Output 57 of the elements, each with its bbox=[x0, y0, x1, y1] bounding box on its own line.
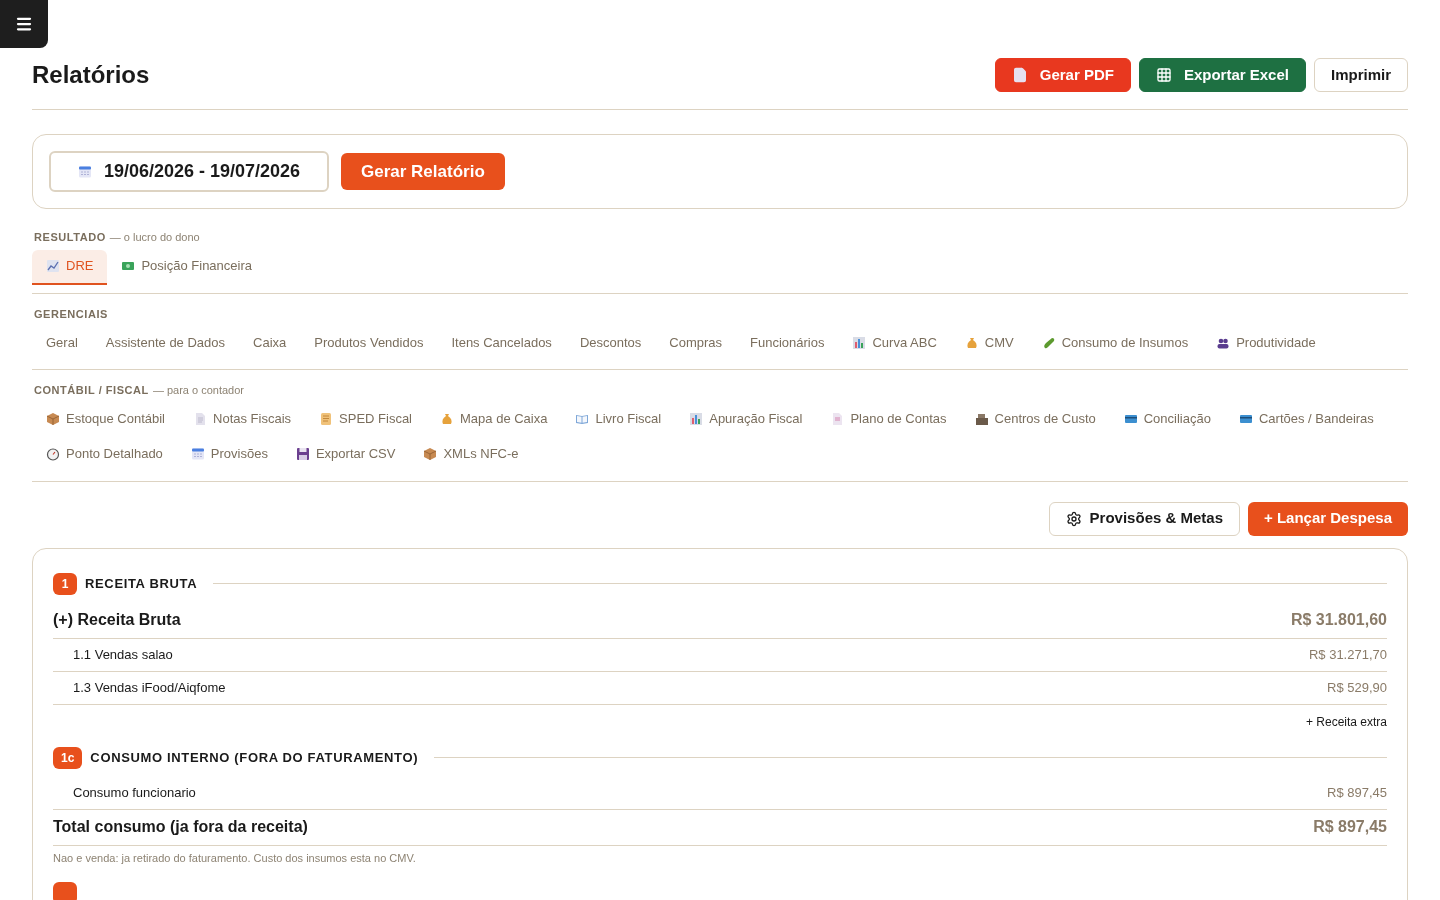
section-title: CONSUMO INTERNO (FORA DO FATURAMENTO) bbox=[90, 748, 419, 767]
group-title: RESULTADO bbox=[34, 230, 106, 245]
report-tab[interactable]: Plano de Contas bbox=[816, 402, 961, 438]
report-tab[interactable]: Caixa bbox=[239, 326, 301, 361]
report-tab[interactable]: Descontos bbox=[565, 326, 656, 361]
report-tab[interactable]: Funcionários bbox=[736, 326, 839, 361]
report-tab[interactable]: CMV bbox=[950, 326, 1028, 361]
report-tab[interactable]: Produtos Vendidos bbox=[300, 326, 438, 361]
group-title: GERENCIAIS bbox=[34, 306, 108, 322]
add-expense-button[interactable]: + Lançar Despesa bbox=[1248, 501, 1408, 536]
pdf-button[interactable]: Gerar PDF bbox=[994, 58, 1131, 92]
section-title: RECEITA BRUTA bbox=[85, 574, 198, 593]
report-tab[interactable]: Livro Fiscal bbox=[561, 402, 676, 438]
report-tab[interactable]: Mapa de Caixa bbox=[426, 402, 562, 438]
date-range-field[interactable]: 19/06/2026 - 19/07/2026 bbox=[49, 151, 329, 192]
total-value: R$ 31.801,60 bbox=[1290, 610, 1387, 630]
report-tab[interactable]: Centros de Custo bbox=[960, 402, 1110, 438]
report-tab[interactable]: Assistente de Dados bbox=[91, 326, 240, 361]
report-tab[interactable]: Conciliação bbox=[1109, 402, 1225, 438]
total-label: Total consumo (ja fora da receita) bbox=[53, 817, 308, 837]
excel-button[interactable]: Exportar Excel bbox=[1138, 58, 1306, 92]
report-tab[interactable]: Estoque Contábil bbox=[32, 402, 179, 438]
total-value: R$ 897,45 bbox=[1313, 817, 1387, 837]
line-item-value: R$ 529,90 bbox=[1327, 678, 1387, 697]
report-tab[interactable]: Apuração Fiscal bbox=[675, 402, 817, 438]
report-tab[interactable]: Produtividade bbox=[1202, 326, 1330, 361]
group-title: CONTÁBIL / FISCAL bbox=[34, 383, 149, 398]
report-tab[interactable]: SPED Fiscal bbox=[305, 402, 426, 438]
report-tab[interactable]: Geral bbox=[32, 326, 92, 361]
add-revenue-link[interactable]: + Receita extra bbox=[1305, 712, 1387, 731]
print-button[interactable]: Imprimir bbox=[1314, 58, 1408, 92]
page-title: Relatórios bbox=[32, 60, 150, 90]
report-tab[interactable]: XMLs NFC-e bbox=[409, 437, 533, 473]
report-tab[interactable]: Provisões bbox=[176, 437, 282, 473]
group-subtitle: — para o contador bbox=[152, 383, 244, 398]
report-tab[interactable]: Curva ABC bbox=[838, 326, 951, 361]
report-tab[interactable]: Itens Cancelados bbox=[437, 326, 566, 361]
report-tab[interactable]: Exportar CSV bbox=[281, 437, 410, 473]
report-tab[interactable]: Notas Fiscais bbox=[179, 402, 306, 438]
section-badge: 1c bbox=[53, 746, 83, 769]
line-item-value: R$ 31.271,70 bbox=[1308, 645, 1387, 664]
total-label: (+) Receita Bruta bbox=[53, 610, 181, 630]
note-text: Nao e venda: ja retirado do faturamento. Custo dos insumos esta no CMV. bbox=[53, 850, 417, 866]
report-tab[interactable]: Posição Financeira bbox=[107, 249, 266, 285]
section-badge: 1 bbox=[53, 572, 77, 595]
report-tab[interactable]: Cartões / Bandeiras bbox=[1224, 402, 1388, 438]
line-item-value: R$ 897,45 bbox=[1327, 783, 1387, 802]
report-tab[interactable]: Ponto Detalhado bbox=[32, 437, 177, 473]
report-tab[interactable]: Compras bbox=[655, 326, 737, 361]
line-item-label: Consumo funcionario bbox=[73, 783, 196, 802]
generate-report-button[interactable]: Gerar Relatório bbox=[341, 153, 505, 190]
line-item-label: 1.3 Vendas iFood/Aiqfome bbox=[73, 678, 226, 697]
provisions-button[interactable]: Provisões & Metas bbox=[1048, 501, 1240, 536]
report-tab[interactable]: DRE bbox=[32, 249, 108, 285]
line-item-label: 1.1 Vendas salao bbox=[73, 645, 173, 664]
report-tab[interactable]: Consumo de Insumos bbox=[1027, 326, 1203, 361]
group-subtitle: — o lucro do dono bbox=[109, 230, 200, 245]
